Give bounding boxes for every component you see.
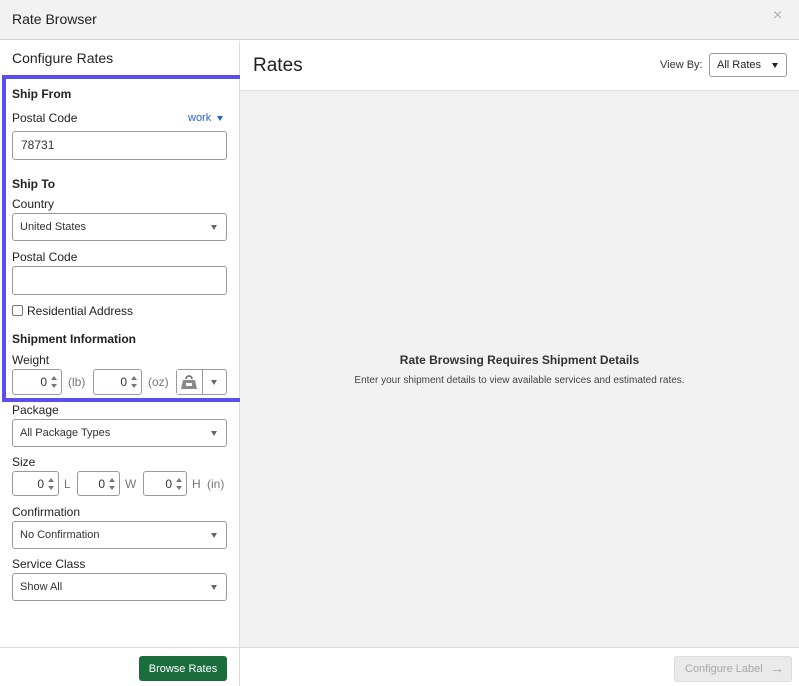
view-by-value: All Rates [717,59,762,71]
size-label: Size [12,455,36,469]
size-height-stepper[interactable]: 0 [143,471,187,496]
service-class-value: Show All [20,581,63,593]
size-width-value: 0 [98,476,105,491]
size-length-unit: L [64,477,71,491]
package-value: All Package Types [20,427,111,439]
chevron-down-icon [772,63,778,68]
size-height-value: 0 [165,476,172,491]
right-footer: Configure Label → [240,647,799,686]
package-select[interactable]: All Package Types [12,419,227,447]
configure-label-button[interactable]: Configure Label → [674,656,792,682]
stepper-arrows-icon[interactable] [48,476,54,492]
configure-heading: Configure Rates [12,50,114,66]
view-by-label: View By: [660,59,703,71]
view-by-select[interactable]: All Rates [709,53,787,77]
package-label: Package [12,403,59,417]
stepper-arrows-icon[interactable] [109,476,115,492]
browse-rates-button[interactable]: Browse Rates [139,656,227,681]
empty-state-subtitle: Enter your shipment details to view avai… [354,375,685,386]
empty-state-title: Rate Browsing Requires Shipment Details [399,353,640,367]
confirmation-value: No Confirmation [20,529,100,541]
rates-header: Rates View By: All Rates [240,41,799,91]
window-title: Rate Browser [12,11,97,27]
title-bar: Rate Browser × [0,0,799,40]
stepper-arrows-icon[interactable] [176,476,182,492]
size-width-stepper[interactable]: 0 [77,471,120,496]
highlight-box [2,75,247,402]
configure-label-text: Configure Label [685,663,763,675]
rates-title: Rates [253,55,303,76]
service-class-select[interactable]: Show All [12,573,227,601]
rates-panel: Rates View By: All Rates Rate Browsing R… [240,41,799,647]
confirmation-label: Confirmation [12,505,81,519]
service-class-label: Service Class [12,557,86,571]
arrow-right-icon: → [770,660,784,676]
size-inch-unit: (in) [207,477,225,491]
chevron-down-icon [211,585,217,590]
size-length-stepper[interactable]: 0 [12,471,59,496]
size-length-value: 0 [37,476,44,491]
size-height-unit: H [192,477,201,491]
left-footer: Browse Rates [0,647,240,686]
confirmation-select[interactable]: No Confirmation [12,521,227,549]
chevron-down-icon [211,431,217,436]
size-width-unit: W [125,477,137,491]
close-icon[interactable]: × [773,7,782,25]
chevron-down-icon [211,533,217,538]
